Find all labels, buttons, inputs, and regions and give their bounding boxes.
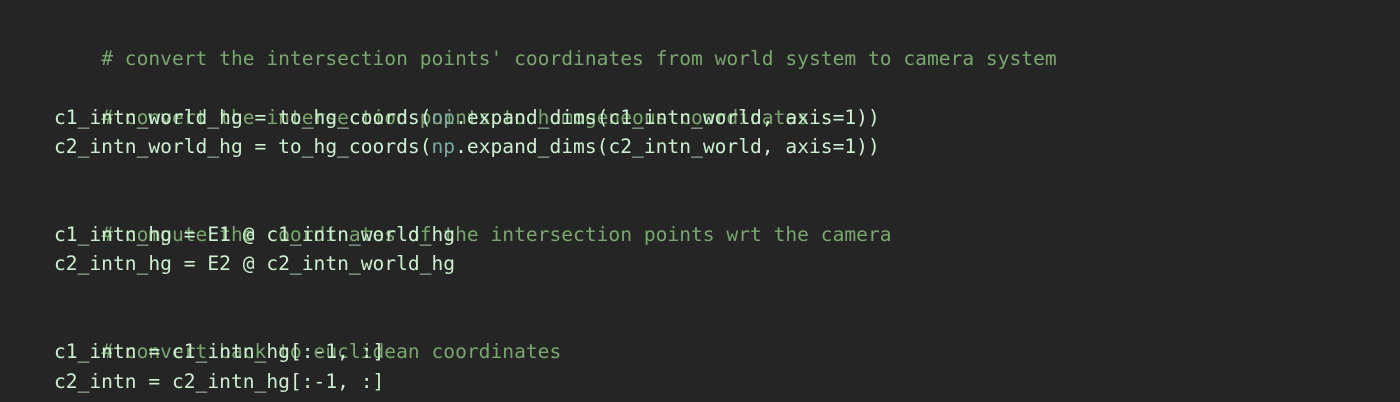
code-line-10-blank <box>54 279 1400 308</box>
code-line-12: c1_intn = c1_intn_hg[:-1, :] <box>54 337 1400 366</box>
code-token: c2_intn_world_hg = to_hg_coords( <box>54 135 432 159</box>
code-line-5: c2_intn_world_hg = to_hg_coords(np.expan… <box>54 132 1400 161</box>
code-line-1: # convert the intersection points' coord… <box>54 15 1400 70</box>
code-editor[interactable]: # convert the intersection points' coord… <box>0 0 1400 402</box>
code-token: c2_intn = c2_intn_hg[:-1, :] <box>54 369 385 393</box>
code-token: .expand_dims(c1_intn_world, axis=1)) <box>455 105 880 129</box>
code-line-4: c1_intn_world_hg = to_hg_coords(np.expan… <box>54 103 1400 132</box>
code-line-3: # convert the intersection points to hom… <box>54 74 1400 129</box>
code-line-13: c2_intn = c2_intn_hg[:-1, :] <box>54 367 1400 396</box>
code-module-token: np <box>431 105 456 129</box>
code-token: c1_intn_world_hg = to_hg_coords( <box>54 105 432 129</box>
code-comment: # convert the intersection points' coord… <box>101 47 1057 71</box>
code-module-token: np <box>431 135 456 159</box>
code-token: c1_intn = c1_intn_hg[:-1, :] <box>54 340 385 364</box>
code-line-7: # compute the coordinates of the interse… <box>54 191 1400 246</box>
code-token: c1_intn_hg = E1 @ c1_intn_world_hg <box>54 223 456 247</box>
code-line-9: c2_intn_hg = E2 @ c2_intn_world_hg <box>54 249 1400 278</box>
code-line-11: # convert back to euclidean coordinates <box>54 308 1400 363</box>
code-token: c2_intn_hg = E2 @ c2_intn_world_hg <box>54 252 456 276</box>
code-line-6-blank <box>54 161 1400 190</box>
code-token: .expand_dims(c2_intn_world, axis=1)) <box>455 135 880 159</box>
